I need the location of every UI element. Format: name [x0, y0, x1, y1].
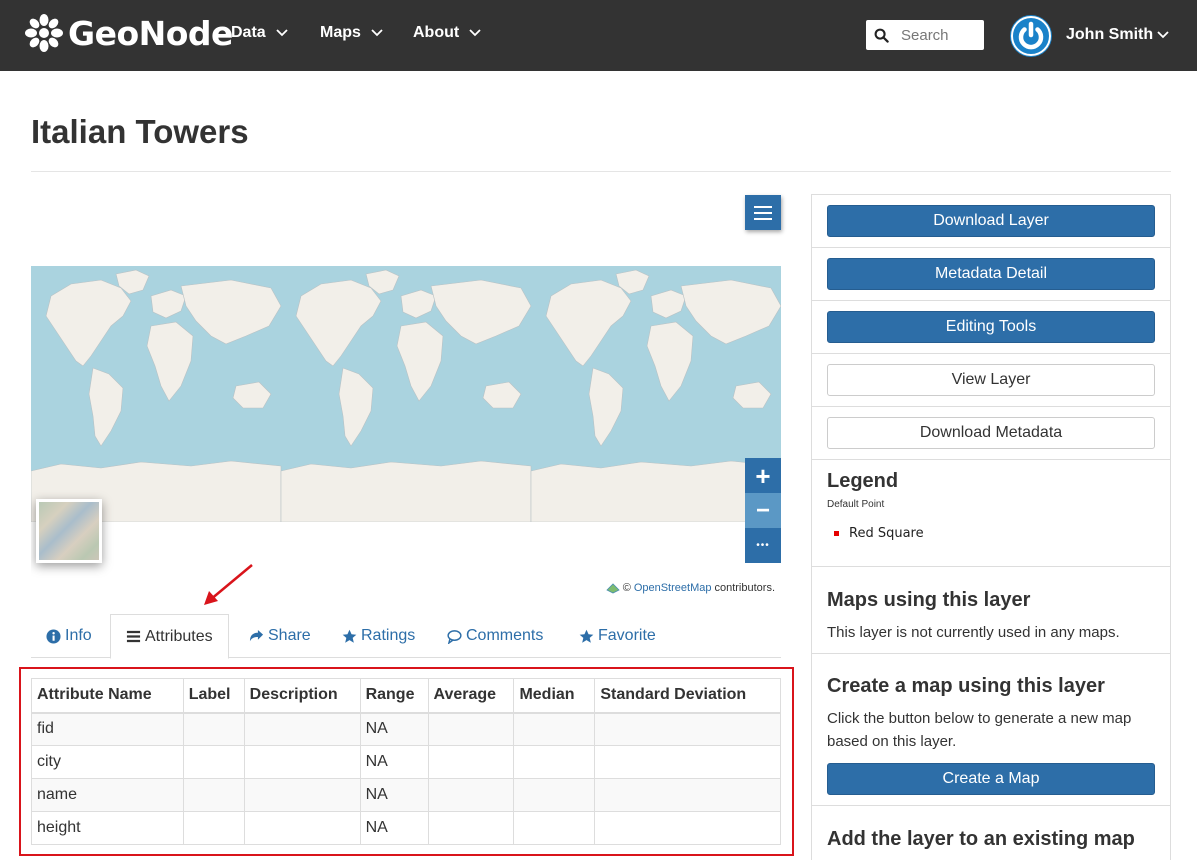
legend-item: Red Square [834, 526, 924, 541]
view-layer-button[interactable]: View Layer [827, 364, 1155, 396]
tab-info-label: Info [65, 627, 92, 644]
tab-ratings[interactable]: Ratings [327, 614, 430, 658]
attribution-suffix: contributors. [714, 582, 775, 594]
chevron-down-icon[interactable] [1157, 31, 1169, 39]
map-menu-button[interactable] [745, 195, 781, 230]
add-to-map-title: Add the layer to an existing map [827, 828, 1135, 850]
layer-tabs: Info Attributes Share Ratings Comments F… [31, 614, 781, 659]
map-more-label: ••• [756, 540, 770, 551]
search-input[interactable] [901, 26, 981, 44]
zoom-out-button[interactable]: − [745, 493, 781, 528]
brand-name: GeoNode [68, 13, 233, 53]
map-attribution: © OpenStreetMap contributors. [606, 582, 775, 594]
annotation-highlight-box [19, 667, 794, 856]
map-more-button[interactable]: ••• [745, 528, 781, 563]
comment-icon [447, 629, 462, 644]
metadata-detail-section: Metadata Detail [812, 248, 1170, 301]
maps-using-text: This layer is not currently used in any … [827, 624, 1120, 641]
hamburger-icon [754, 205, 772, 220]
legend-section: Legend Default Point Red Square [812, 460, 1170, 567]
tab-ratings-label: Ratings [361, 627, 416, 644]
power-icon [1011, 16, 1051, 56]
zoom-in-button[interactable]: + [745, 458, 781, 493]
tab-share[interactable]: Share [234, 614, 326, 658]
list-icon [126, 630, 141, 643]
editing-tools-button[interactable]: Editing Tools [827, 311, 1155, 343]
tab-attributes-label: Attributes [145, 627, 213, 645]
zoom-in-label: + [755, 460, 771, 491]
star-icon [579, 629, 594, 643]
maps-using-title: Maps using this layer [827, 589, 1031, 611]
legend-title: Legend [827, 470, 899, 492]
nav-data-label: Data [231, 24, 266, 41]
view-layer-section: View Layer [812, 354, 1170, 407]
geonode-logo[interactable]: GeoNode [24, 12, 233, 54]
title-divider [31, 171, 1171, 172]
nav-about-menu[interactable]: About [413, 24, 481, 42]
zoom-out-label: − [755, 496, 770, 524]
world-map[interactable] [31, 266, 781, 522]
search-box [866, 20, 984, 50]
create-map-button[interactable]: Create a Map [827, 763, 1155, 795]
tab-share-label: Share [268, 627, 311, 644]
page-title: Italian Towers [31, 113, 249, 150]
nav-maps-label: Maps [320, 24, 361, 41]
chevron-down-icon [276, 29, 288, 37]
download-layer-section: Download Layer [812, 195, 1170, 248]
create-map-section: Create a map using this layer Click the … [812, 654, 1170, 806]
search-icon [874, 28, 889, 43]
nav-about-label: About [413, 24, 460, 41]
background-layer-selector[interactable] [36, 499, 102, 563]
editing-tools-section: Editing Tools [812, 301, 1170, 354]
tab-info[interactable]: Info [31, 614, 107, 658]
add-to-map-section: Add the layer to an existing map [812, 806, 1170, 860]
tab-comments[interactable]: Comments [432, 614, 558, 658]
info-circle-icon [46, 628, 61, 644]
legend-subtitle: Default Point [827, 499, 885, 510]
attribution-prefix: © [622, 582, 631, 594]
red-square-icon [834, 531, 839, 536]
chevron-down-icon [469, 29, 481, 37]
annotation-arrow-icon [204, 564, 253, 605]
map-viewer[interactable]: + − ••• © OpenStreetMap contributors. [31, 266, 781, 594]
osm-logo-icon [606, 582, 620, 593]
star-icon [342, 629, 357, 643]
create-map-title: Create a map using this layer [827, 675, 1105, 697]
tab-favorite[interactable]: Favorite [564, 614, 671, 658]
avatar[interactable] [1010, 15, 1052, 57]
user-name[interactable]: John Smith [1066, 26, 1153, 44]
share-icon [249, 629, 264, 641]
nav-data-menu[interactable]: Data [231, 24, 288, 42]
create-map-text: Click the button below to generate a new… [827, 710, 1132, 750]
metadata-detail-button[interactable]: Metadata Detail [827, 258, 1155, 290]
download-metadata-button[interactable]: Download Metadata [827, 417, 1155, 449]
maps-using-section: Maps using this layer This layer is not … [812, 567, 1170, 654]
legend-item-label: Red Square [849, 526, 924, 541]
tab-comments-label: Comments [466, 627, 544, 644]
top-navbar: GeoNode Data Maps About John Smith [0, 0, 1197, 71]
download-layer-button[interactable]: Download Layer [827, 205, 1155, 237]
chevron-down-icon [371, 29, 383, 37]
tab-attributes[interactable]: Attributes [110, 614, 229, 659]
nav-maps-menu[interactable]: Maps [320, 24, 383, 42]
geonode-flower-icon [25, 14, 63, 52]
download-metadata-section: Download Metadata [812, 407, 1170, 460]
tab-favorite-label: Favorite [598, 627, 656, 644]
osm-link[interactable]: OpenStreetMap [634, 582, 712, 594]
layer-sidebar: Download Layer Metadata Detail Editing T… [811, 194, 1171, 860]
